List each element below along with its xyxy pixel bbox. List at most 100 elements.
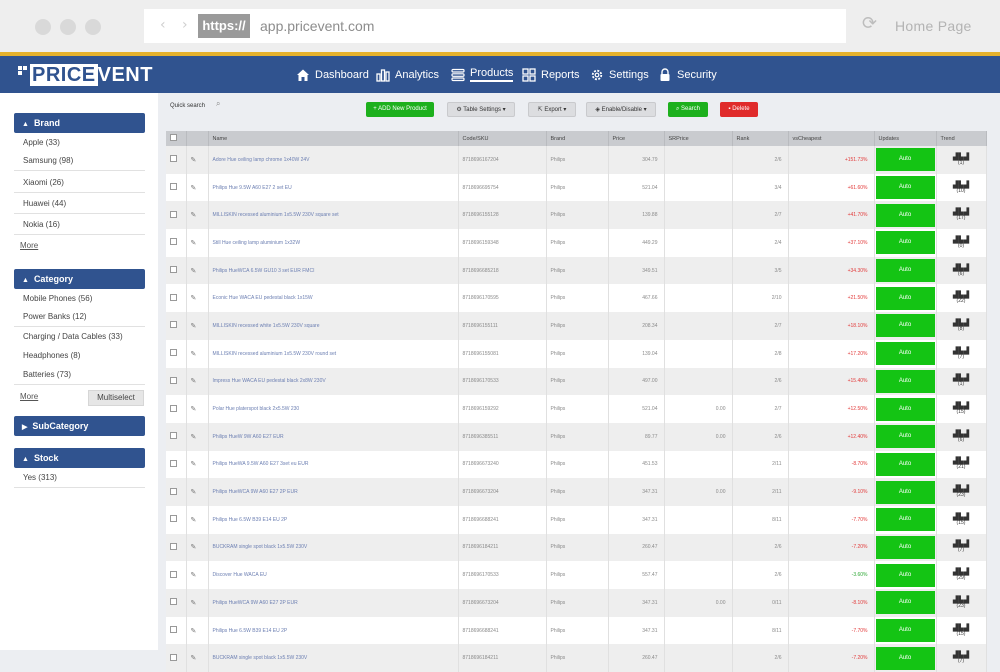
edit-icon[interactable]: ✎ [191,322,197,330]
window-maximize-dot[interactable] [85,19,101,35]
nav-dashboard[interactable]: Dashboard [296,56,369,93]
select-all-checkbox[interactable] [170,134,177,141]
row-checkbox[interactable] [170,376,177,384]
nav-security[interactable]: Security [658,56,717,93]
row-checkbox[interactable] [170,542,177,550]
row-select-cell[interactable] [166,505,187,534]
table-row[interactable]: ✎ BUCKRAM single spot black 1x5.5W 230V 87… [166,533,987,562]
row-select-cell[interactable] [166,173,187,202]
row-select-cell[interactable] [166,450,187,479]
product-name[interactable]: Still Hue ceiling lamp aluminium 1x32W [208,229,459,257]
product-name[interactable]: BUCKRAM single spot black 1x5.5W 230V [208,533,459,562]
window-minimize-dot[interactable] [60,19,76,35]
column-header[interactable]: Price [608,131,665,146]
search-icon[interactable]: ⌕ [216,99,220,109]
product-name[interactable]: Impress Hue WACA EU pedestal black 2x8W … [208,367,459,396]
row-edit-cell[interactable]: ✎ [186,395,209,423]
table-row[interactable]: ✎ MILLISKIN recessed aluminium 1x5.5W 230… [166,201,987,230]
table-row[interactable]: ✎ Still Hue ceiling lamp aluminium 1x32W 8… [166,229,987,257]
edit-icon[interactable]: ✎ [191,377,197,385]
trend-cell[interactable]: ▟▙▟ (1) [936,367,987,396]
trend-cell[interactable]: ▟▙▟ (15) [936,505,987,534]
table-row[interactable]: ✎ Philips HueWCA 6.5W GU10 3 set EUR FMCI… [166,256,987,285]
brand-filter-header[interactable]: ▲ Brand [14,113,145,133]
table-row[interactable]: ✎ Discover Hue WACA EU 8718696170533 Philip… [166,561,987,589]
row-edit-cell[interactable]: ✎ [186,589,209,617]
product-name[interactable]: Philips Hue 9.5W A60 E27 2 set EU [208,173,459,202]
table-row[interactable]: ✎ MILLISKIN recessed aluminium 1x5.5W 230… [166,339,987,368]
trend-cell[interactable]: ▟▙▟ (17) [936,201,987,230]
category-more-link[interactable]: More [20,392,38,401]
trend-cell[interactable]: ▟▙▟ (29) [936,561,987,589]
edit-icon[interactable]: ✎ [191,294,197,302]
row-edit-cell[interactable]: ✎ [186,256,209,285]
table-row[interactable]: ✎ Philips Hue 6.5W B39 E14 EU 2P 871869668… [166,616,987,645]
row-edit-cell[interactable]: ✎ [186,422,209,451]
auto-update-button[interactable]: Auto [875,646,935,670]
stock-filter-item[interactable]: Yes (313) [14,468,145,488]
product-name[interactable]: Philips Hue 6.5W B39 E14 EU 2P [208,616,459,645]
row-checkbox[interactable] [170,349,177,357]
brand-filter-item[interactable]: Xiaomi (26) [14,173,145,193]
column-header[interactable]: Rank [732,131,789,146]
product-name[interactable]: BUCKRAM single spot black 1x5.5W 230V [208,644,459,672]
product-name[interactable]: Discover Hue WACA EU [208,561,459,589]
row-checkbox[interactable] [170,487,177,495]
row-edit-cell[interactable]: ✎ [186,312,209,340]
product-name[interactable]: MILLISKIN recessed white 1x5.5W 230V squ… [208,312,459,340]
trend-cell[interactable]: ▟▙▟ (8) [936,312,987,340]
trend-cell[interactable]: ▟▙▟ (23) [936,478,987,506]
column-header[interactable]: Updates [874,131,937,146]
row-edit-cell[interactable]: ✎ [186,146,209,174]
row-select-cell[interactable] [166,339,187,368]
auto-update-button[interactable]: Auto [875,591,935,615]
row-checkbox[interactable] [170,210,177,218]
row-edit-cell[interactable]: ✎ [186,284,209,313]
edit-icon[interactable]: ✎ [191,156,197,164]
row-select-cell[interactable] [166,644,187,672]
row-edit-cell[interactable]: ✎ [186,644,209,672]
product-name[interactable]: Philips HueWA 9.5W A60 E27 3set eu EUR [208,450,459,479]
category-filter-item[interactable]: Charging / Data Cables (33) [14,327,145,347]
row-select-cell[interactable] [166,229,187,257]
nav-products[interactable]: Products [451,56,514,93]
select-all-header[interactable] [166,131,187,146]
edit-icon[interactable]: ✎ [191,211,197,219]
trend-cell[interactable]: ▟▙▟ (1) [936,146,987,174]
brand-filter-item[interactable]: Nokia (16) [14,215,145,235]
category-filter-item[interactable]: Headphones (8) [14,346,145,366]
edit-icon[interactable]: ✎ [191,599,197,607]
product-name[interactable]: Philips HueWCA 9W A60 E27 2P EUR [208,589,459,617]
edit-icon[interactable]: ✎ [191,627,197,635]
reload-icon[interactable]: ⟳ [862,14,882,34]
row-checkbox[interactable] [170,238,177,246]
auto-update-button[interactable]: Auto [875,286,935,310]
trend-cell[interactable]: ▟▙▟ (7) [936,644,987,672]
auto-update-button[interactable]: Auto [875,148,935,172]
table-row[interactable]: ✎ Philips Hue 9.5W A60 E27 2 set EU 871869… [166,173,987,202]
row-select-cell[interactable] [166,422,187,451]
auto-update-button[interactable]: Auto [875,480,935,504]
column-header[interactable]: Trend [936,131,987,146]
product-name[interactable]: MILLISKIN recessed aluminium 1x5.5W 230V… [208,201,459,230]
product-name[interactable]: Philips Hue 6.5W B39 E14 EU 2P [208,505,459,534]
column-header[interactable]: Name [208,131,459,146]
trend-cell[interactable]: ▟▙▟ (21) [936,450,987,479]
auto-update-button[interactable]: Auto [875,231,935,255]
table-row[interactable]: ✎ Philips HueWCA 9W A60 E27 2P EUR 8718696… [166,478,987,506]
row-checkbox[interactable] [170,266,177,274]
trend-cell[interactable]: ▟▙▟ (15) [936,616,987,645]
row-select-cell[interactable] [166,589,187,617]
edit-icon[interactable]: ✎ [191,488,197,496]
row-select-cell[interactable] [166,146,187,174]
row-checkbox[interactable] [170,653,177,661]
search-button[interactable]: ⌕ Search [668,102,708,117]
home-page-link[interactable]: Home Page [895,18,972,34]
product-name[interactable]: Adore Hue ceiling lamp chrome 1x40W 24V [208,146,459,174]
row-checkbox[interactable] [170,432,177,440]
table-row[interactable]: ✎ Econic Hue WACA EU pedestal black 1x15W… [166,284,987,313]
product-name[interactable]: Philips HueWCA 6.5W GU10 3 set EUR FMCI [208,256,459,285]
enable-disable-button[interactable]: ◈ Enable/Disable ▾ [586,102,656,117]
url-text[interactable]: app.pricevent.com [260,18,374,34]
edit-icon[interactable]: ✎ [191,516,197,524]
